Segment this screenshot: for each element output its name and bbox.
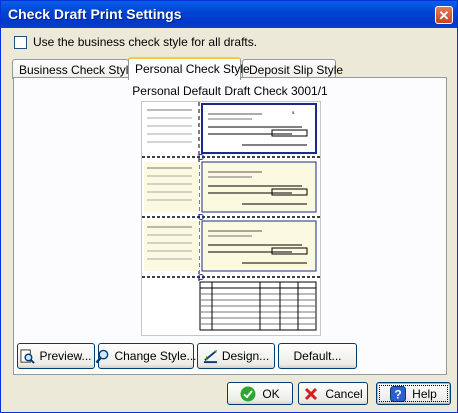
check-icon bbox=[240, 386, 256, 401]
default-label: Default... bbox=[293, 349, 342, 363]
check-3 bbox=[201, 220, 317, 272]
tab-label: Deposit Slip Style bbox=[249, 63, 344, 77]
window-title: Check Draft Print Settings bbox=[8, 6, 182, 22]
magnifier-document-icon bbox=[20, 348, 36, 364]
use-business-style-label: Use the business check style for all dra… bbox=[33, 35, 258, 49]
ok-label: OK bbox=[262, 386, 280, 401]
use-business-style-checkbox[interactable] bbox=[14, 35, 27, 49]
help-label: Help bbox=[412, 386, 437, 401]
title-bar[interactable]: Check Draft Print Settings ✕ bbox=[1, 1, 457, 28]
style-name: Personal Default Draft Check 3001/1 bbox=[132, 84, 328, 98]
change-style-label: Change Style... bbox=[114, 349, 197, 363]
help-icon: ? bbox=[390, 385, 407, 402]
check-preview-image: $ bbox=[142, 102, 320, 331]
ok-button[interactable]: OK bbox=[227, 382, 293, 405]
help-button[interactable]: ? Help bbox=[376, 382, 451, 405]
design-label: Design... bbox=[221, 349, 270, 363]
close-icon: ✕ bbox=[438, 7, 450, 23]
tab-deposit-slip-style[interactable]: Deposit Slip Style bbox=[242, 59, 343, 79]
stub-2 bbox=[144, 162, 199, 212]
check-1: $ bbox=[201, 103, 317, 154]
preview-label: Preview... bbox=[39, 349, 92, 363]
cancel-label: Cancel bbox=[325, 386, 363, 401]
design-button[interactable]: Design... bbox=[197, 343, 275, 369]
tab-label: Personal Check Style bbox=[135, 62, 250, 76]
dialog-window: Check Draft Print Settings ✕ Use the bus… bbox=[0, 0, 458, 413]
close-button[interactable]: ✕ bbox=[435, 6, 453, 24]
tab-label: Business Check Style bbox=[19, 63, 136, 77]
check-preview: $ bbox=[141, 101, 321, 336]
change-style-button[interactable]: Change Style... bbox=[96, 343, 197, 369]
svg-text:?: ? bbox=[394, 387, 401, 401]
check-2 bbox=[201, 161, 317, 213]
use-business-style-option[interactable]: Use the business check style for all dra… bbox=[14, 35, 257, 49]
tab-business-check-style[interactable]: Business Check Style bbox=[12, 59, 135, 79]
tab-panel: Personal Default Draft Check 3001/1 $ Pr… bbox=[13, 77, 447, 375]
preview-button[interactable]: Preview... bbox=[17, 343, 95, 369]
default-button[interactable]: Default... bbox=[278, 343, 357, 369]
x-icon bbox=[305, 387, 318, 400]
design-ruler-icon bbox=[203, 349, 217, 363]
magnifier-icon bbox=[96, 349, 109, 363]
tab-personal-check-style[interactable]: Personal Check Style bbox=[128, 57, 250, 80]
register-table bbox=[199, 281, 317, 331]
cancel-button[interactable]: Cancel bbox=[298, 382, 368, 405]
stub-1 bbox=[147, 109, 192, 143]
stub-3 bbox=[144, 221, 199, 271]
